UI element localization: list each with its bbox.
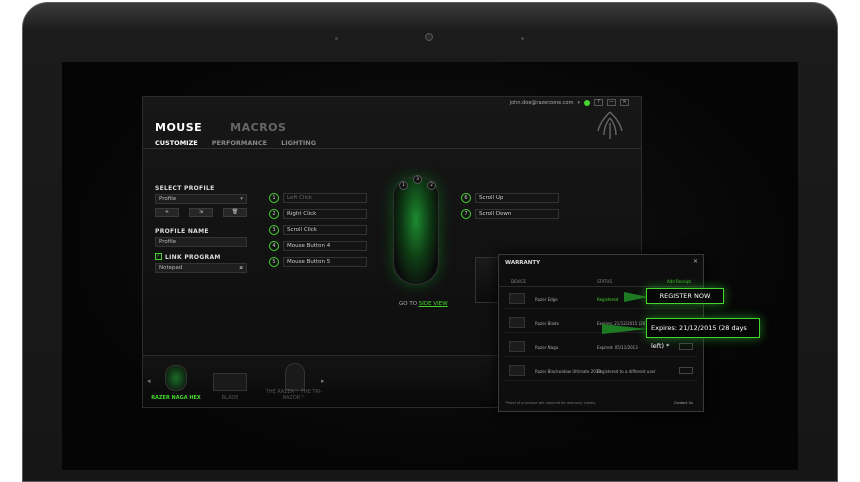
button-number: 2 [269, 209, 279, 219]
help-button[interactable]: ? [594, 99, 603, 106]
goto-prefix: GO TO [399, 301, 418, 307]
device-thumb [509, 341, 525, 352]
status-text: Expired: 05/11/2013 [597, 345, 638, 350]
register-button[interactable] [679, 343, 693, 350]
button-number: 1 [269, 193, 279, 203]
button-number: 4 [269, 241, 279, 251]
button-assignment-field[interactable]: Left Click [283, 193, 367, 203]
register-button[interactable] [679, 367, 693, 374]
button-number: 5 [269, 257, 279, 267]
close-icon[interactable]: ✕ [693, 258, 698, 265]
device-label[interactable]: BLADE [195, 395, 265, 401]
chevron-right-icon[interactable]: ▸ [321, 377, 325, 385]
device-name: Razer Blade [535, 321, 559, 326]
mouse-hotspot-3[interactable]: 3 [413, 175, 422, 184]
link-program-label: LINK PROGRAM [165, 254, 221, 261]
button-assignment-row[interactable]: 1 Left Click [269, 193, 367, 203]
folder-icon[interactable]: ▪ [239, 264, 243, 272]
sensor-dot [335, 37, 338, 40]
column-header-device: DEVICE [511, 279, 526, 284]
tab-macros[interactable]: MACROS [230, 121, 286, 134]
link-program-input[interactable]: Notepad ▪ [155, 263, 247, 273]
chevron-down-icon: ▾ [240, 196, 243, 202]
mouse-top-view [393, 177, 439, 285]
laptop-screen: john.doe@razerzone.com ▾ ? — ✕ MOUSE MAC… [62, 62, 798, 470]
register-now-button[interactable]: REGISTER NOW [646, 288, 724, 304]
button-number: 7 [461, 209, 471, 219]
import-profile-button[interactable]: ⇲ [189, 208, 213, 217]
status-icon [584, 99, 590, 106]
table-row: Razer Blackwidow Ultimate 2013 Registere… [505, 361, 697, 381]
button-assignment-row[interactable]: 7 Scroll Down [461, 209, 559, 219]
user-account[interactable]: john.doe@razerzone.com [510, 100, 574, 106]
tab-performance[interactable]: PERFORMANCE [212, 139, 267, 147]
webcam [425, 33, 433, 41]
link-program-value: Notepad [159, 265, 183, 271]
expires-callout: Expires: 21/12/2015 (28 days left) * [646, 318, 760, 350]
button-assignment-field[interactable]: Mouse Button 5 [283, 257, 367, 267]
tab-mouse[interactable]: MOUSE [155, 121, 202, 134]
device-thumb [509, 317, 525, 328]
chevron-down-icon[interactable]: ▾ [577, 100, 580, 106]
device-thumb[interactable] [213, 373, 247, 391]
callout-connector [602, 324, 648, 334]
add-receipt-link[interactable]: Add Receipt [667, 279, 691, 284]
device-label[interactable]: THE RAZER™ THE TRI-RAZOR™ [259, 389, 329, 401]
button-number: 3 [269, 225, 279, 235]
button-assignment-field[interactable]: Scroll Click [283, 225, 367, 235]
main-nav: MOUSE MACROS [155, 121, 286, 134]
mouse-hotspot-1[interactable]: 1 [399, 181, 408, 190]
delete-profile-button[interactable]: 🗑 [223, 208, 247, 217]
button-assignment-row[interactable]: 6 Scroll Up [461, 193, 559, 203]
razer-logo-icon [597, 111, 623, 139]
link-program-checkbox[interactable]: ✓ [155, 253, 162, 260]
side-view-link[interactable]: SIDE VIEW [419, 301, 448, 307]
device-thumb[interactable] [165, 365, 187, 391]
device-name: Razer Naga [535, 345, 559, 350]
sub-nav: CUSTOMIZE PERFORMANCE LIGHTING [155, 139, 316, 147]
contact-us-link[interactable]: Contact Us [674, 401, 693, 405]
button-assignment-field[interactable]: Scroll Up [475, 193, 559, 203]
warranty-footnote: *Proof of purchase will required for war… [505, 401, 597, 405]
button-assignment-field[interactable]: Mouse Button 4 [283, 241, 367, 251]
select-profile-label: SELECT PROFILE [155, 185, 215, 192]
close-button[interactable]: ✕ [620, 99, 629, 106]
mouse-hotspot-2[interactable]: 2 [427, 181, 436, 190]
chevron-left-icon[interactable]: ◂ [147, 377, 151, 385]
profile-name-input[interactable]: Profile [155, 237, 247, 247]
button-assignment-field[interactable]: Scroll Down [475, 209, 559, 219]
button-assignment-field[interactable]: Right Click [283, 209, 367, 219]
button-assignment-row[interactable]: 5 Mouse Button 5 [269, 257, 367, 267]
goto-side-view: GO TO SIDE VIEW [399, 301, 448, 307]
button-assignment-row[interactable]: 2 Right Click [269, 209, 367, 219]
add-profile-button[interactable]: + [155, 208, 179, 217]
status-text: Registered to a different user [597, 369, 656, 374]
tab-lighting[interactable]: LIGHTING [281, 139, 316, 147]
warranty-title: WARRANTY [505, 260, 541, 266]
device-name: Razer Blackwidow Ultimate 2013 [535, 369, 601, 374]
button-assignment-row[interactable]: 3 Scroll Click [269, 225, 367, 235]
device-thumb [509, 293, 525, 304]
warranty-header: DEVICE STATUS Add Receipt [499, 279, 703, 287]
tab-customize[interactable]: CUSTOMIZE [155, 139, 198, 147]
status-text: Registered [597, 297, 619, 302]
divider [143, 148, 641, 149]
device-thumb[interactable] [285, 363, 305, 391]
profile-select-value: Profile [159, 196, 177, 202]
button-number: 6 [461, 193, 471, 203]
minimize-button[interactable]: — [607, 99, 616, 106]
sensor-dot [521, 37, 524, 40]
callout-connector [624, 292, 648, 302]
profile-select[interactable]: Profile ▾ [155, 194, 247, 204]
column-header-status: STATUS [597, 279, 613, 284]
title-bar: john.doe@razerzone.com ▾ ? — ✕ [510, 99, 629, 106]
button-assignment-row[interactable]: 4 Mouse Button 4 [269, 241, 367, 251]
device-thumb [509, 365, 525, 376]
profile-name-label: PROFILE NAME [155, 228, 209, 235]
device-name: Razer Edge [535, 297, 558, 302]
